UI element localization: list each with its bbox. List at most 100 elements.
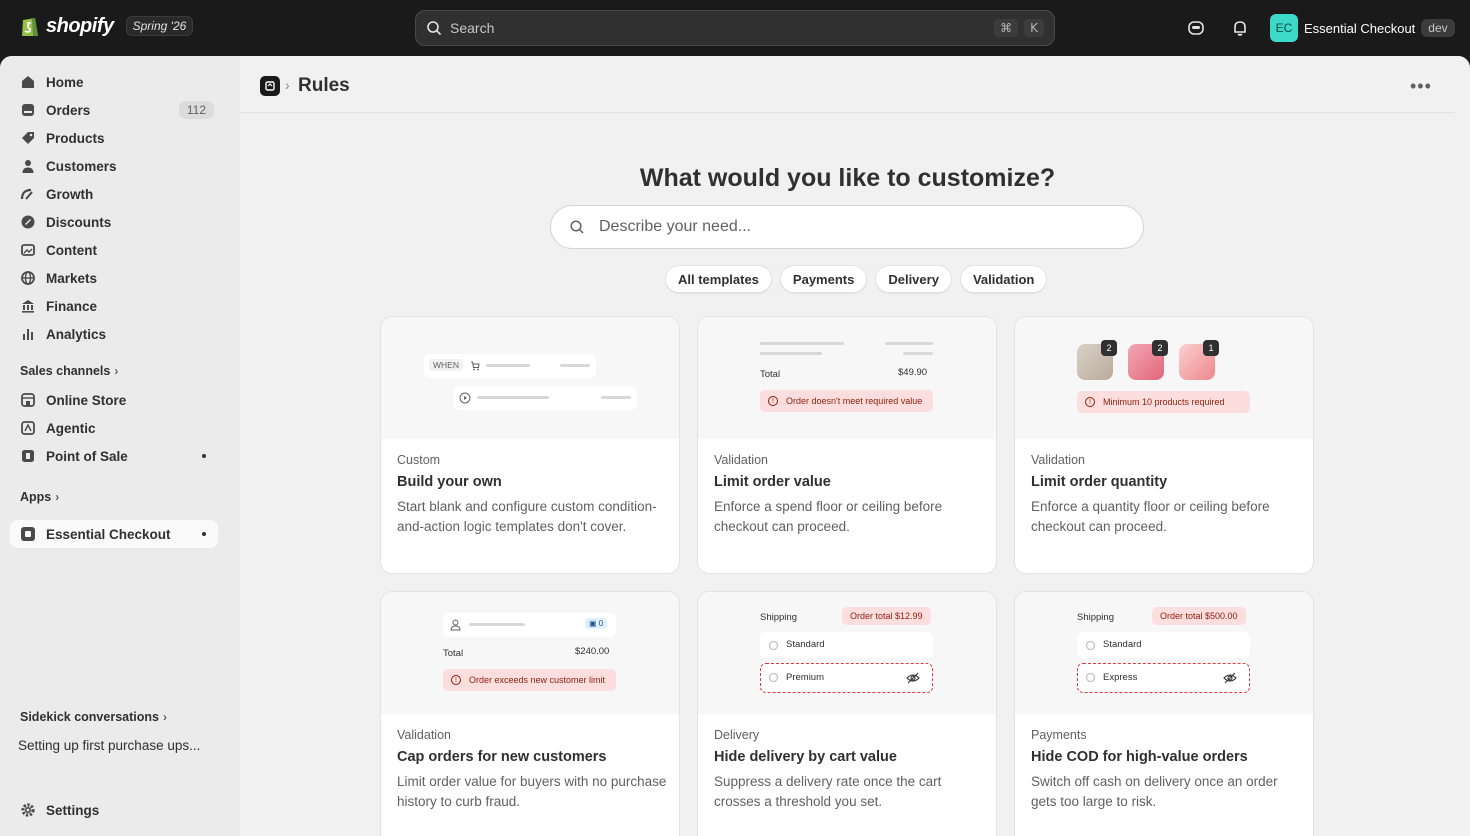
shortcut-cmd: ⌘	[994, 19, 1019, 37]
threshold-badge: Order total $500.00	[1152, 607, 1246, 625]
template-card-hide-delivery-by-cart-value[interactable]: Shipping Order total $12.99 Standard Pre…	[697, 591, 997, 836]
chip-all-templates[interactable]: All templates	[665, 265, 772, 293]
chip-payments[interactable]: Payments	[779, 265, 868, 293]
total-value: $49.90	[898, 367, 928, 378]
sidebar-item-orders[interactable]: Orders 112	[10, 97, 218, 123]
quantity-badge: 1	[1203, 340, 1219, 356]
person-icon	[22, 160, 34, 173]
alert-icon: !	[451, 675, 461, 685]
card-title: Hide COD for high-value orders	[1031, 749, 1248, 765]
rate-option-standard: Standard	[1077, 632, 1250, 658]
account-name: Essential Checkout	[1304, 20, 1416, 36]
sidebar-item-growth[interactable]: Growth	[10, 181, 218, 207]
sidekick-conversations-header[interactable]: Sidekick conversations ›	[20, 710, 167, 724]
rate-name: Premium	[786, 672, 825, 683]
card-category: Delivery	[714, 728, 760, 742]
shopify-bag-icon	[22, 18, 38, 36]
rate-option-standard: Standard	[760, 632, 933, 658]
orders-mini-icon: ▣	[589, 619, 599, 628]
bell-icon[interactable]	[1230, 18, 1250, 38]
brand-name: shopify	[46, 14, 114, 37]
sidebar-item-home[interactable]: Home	[10, 69, 218, 95]
sidebar-item-point-of-sale[interactable]: Point of Sale	[10, 443, 218, 469]
sidebar-item-label: Home	[46, 74, 84, 90]
sidebar: Home Orders 112 Products Customers Growt…	[0, 56, 240, 836]
sales-channels-header[interactable]: Sales channels ›	[20, 364, 118, 378]
describe-need-placeholder: Describe your need...	[599, 218, 752, 235]
card-preview: Shipping Order total $500.00 Standard Ex…	[1015, 592, 1313, 714]
apps-header[interactable]: Apps ›	[20, 490, 59, 504]
edition-badge[interactable]: Spring '26	[125, 16, 194, 36]
pos-icon	[22, 450, 34, 462]
top-bar: shopify Spring '26 Search ⌘ K EC Essenti…	[0, 0, 1470, 56]
sidebar-item-essential-checkout[interactable]: Essential Checkout	[10, 520, 218, 548]
app-icon	[21, 527, 35, 541]
orders-count: 0	[598, 619, 604, 628]
card-title: Cap orders for new customers	[397, 749, 607, 765]
template-card-hide-cod-high-value[interactable]: Shipping Order total $500.00 Standard Ex…	[1014, 591, 1314, 836]
sales-channels-label: Sales channels	[20, 364, 111, 378]
global-search[interactable]: Search ⌘ K	[415, 10, 1055, 46]
describe-need-input[interactable]: Describe your need...	[550, 205, 1144, 249]
sidebar-item-label: Finance	[46, 298, 98, 314]
sidebar-item-content[interactable]: Content	[10, 237, 218, 263]
chevron-right-icon: ›	[162, 710, 167, 724]
sidebar-item-finance[interactable]: Finance	[10, 293, 218, 319]
page-title: Rules	[298, 75, 350, 96]
alert-icon: !	[768, 396, 778, 406]
sidebar-item-label: Growth	[46, 186, 94, 202]
radio-icon	[769, 673, 778, 682]
chip-validation[interactable]: Validation	[959, 265, 1048, 293]
card-title: Build your own	[397, 474, 502, 490]
card-preview: Total $49.90 ! Order doesn't meet requir…	[698, 317, 996, 439]
error-banner: ! Minimum 10 products required	[1077, 391, 1250, 413]
chip-delivery[interactable]: Delivery	[875, 265, 952, 293]
sidekick-icon[interactable]	[1186, 18, 1206, 38]
sidebar-item-analytics[interactable]: Analytics	[10, 321, 218, 347]
card-preview: 2 2 1 ! Minimum 10 products required	[1015, 317, 1313, 439]
template-card-build-your-own[interactable]: WHEN Custom Build your own Start blank a…	[380, 316, 680, 574]
conversation-item[interactable]: Setting up first purchase ups...	[18, 738, 200, 753]
card-category: Custom	[397, 453, 441, 467]
total-value: $240.00	[575, 646, 610, 657]
template-filter-chips: All templates Payments Delivery Validati…	[665, 265, 1048, 293]
shopify-logo[interactable]: shopify Spring '26	[20, 14, 194, 38]
page-header: › Rules •••	[240, 56, 1455, 113]
sidebar-item-label: Markets	[46, 270, 98, 286]
sidebar-item-customers[interactable]: Customers	[10, 153, 218, 179]
sidebar-item-label: Online Store	[46, 392, 127, 408]
sidebar-item-settings[interactable]: Settings	[10, 797, 218, 823]
search-icon	[570, 220, 584, 234]
rate-option-hidden: Premium	[760, 663, 933, 693]
card-category: Validation	[397, 728, 451, 742]
card-description: Enforce a spend floor or ceiling before …	[714, 499, 943, 534]
template-card-limit-order-value[interactable]: Total $49.90 ! Order doesn't meet requir…	[697, 316, 997, 574]
sidebar-item-online-store[interactable]: Online Store	[10, 387, 218, 413]
total-label: Total	[443, 648, 464, 659]
shipping-label: Shipping	[760, 612, 797, 623]
orders-icon	[22, 104, 34, 116]
gear-icon	[21, 803, 35, 817]
play-icon	[459, 392, 471, 404]
home-icon	[22, 76, 34, 88]
more-actions-icon[interactable]: •••	[1410, 76, 1432, 97]
sidebar-item-products[interactable]: Products	[10, 125, 218, 151]
radio-icon	[1086, 673, 1095, 682]
card-description: Start blank and configure custom conditi…	[397, 499, 657, 534]
when-tag: WHEN	[429, 359, 463, 371]
status-dot	[202, 454, 206, 458]
app-logo-icon[interactable]	[260, 76, 280, 96]
card-description: Enforce a quantity floor or ceiling befo…	[1031, 499, 1270, 534]
rate-name: Express	[1103, 672, 1138, 683]
sidebar-item-agentic[interactable]: Agentic	[10, 415, 218, 441]
account-menu[interactable]: EC Essential Checkout dev	[1270, 14, 1455, 42]
sidebar-item-markets[interactable]: Markets	[10, 265, 218, 291]
cart-icon	[471, 361, 480, 371]
eye-off-icon	[906, 672, 920, 684]
template-card-cap-orders-new-customers[interactable]: ▣ 0 Total $240.00 ! Order exceeds new cu…	[380, 591, 680, 836]
template-card-limit-order-quantity[interactable]: 2 2 1 ! Minimum 10 products required Val…	[1014, 316, 1314, 574]
sidebar-item-discounts[interactable]: Discounts	[10, 209, 218, 235]
error-text: Order doesn't meet required value	[786, 396, 923, 406]
growth-icon	[20, 188, 33, 200]
chevron-right-icon: ›	[55, 490, 60, 504]
